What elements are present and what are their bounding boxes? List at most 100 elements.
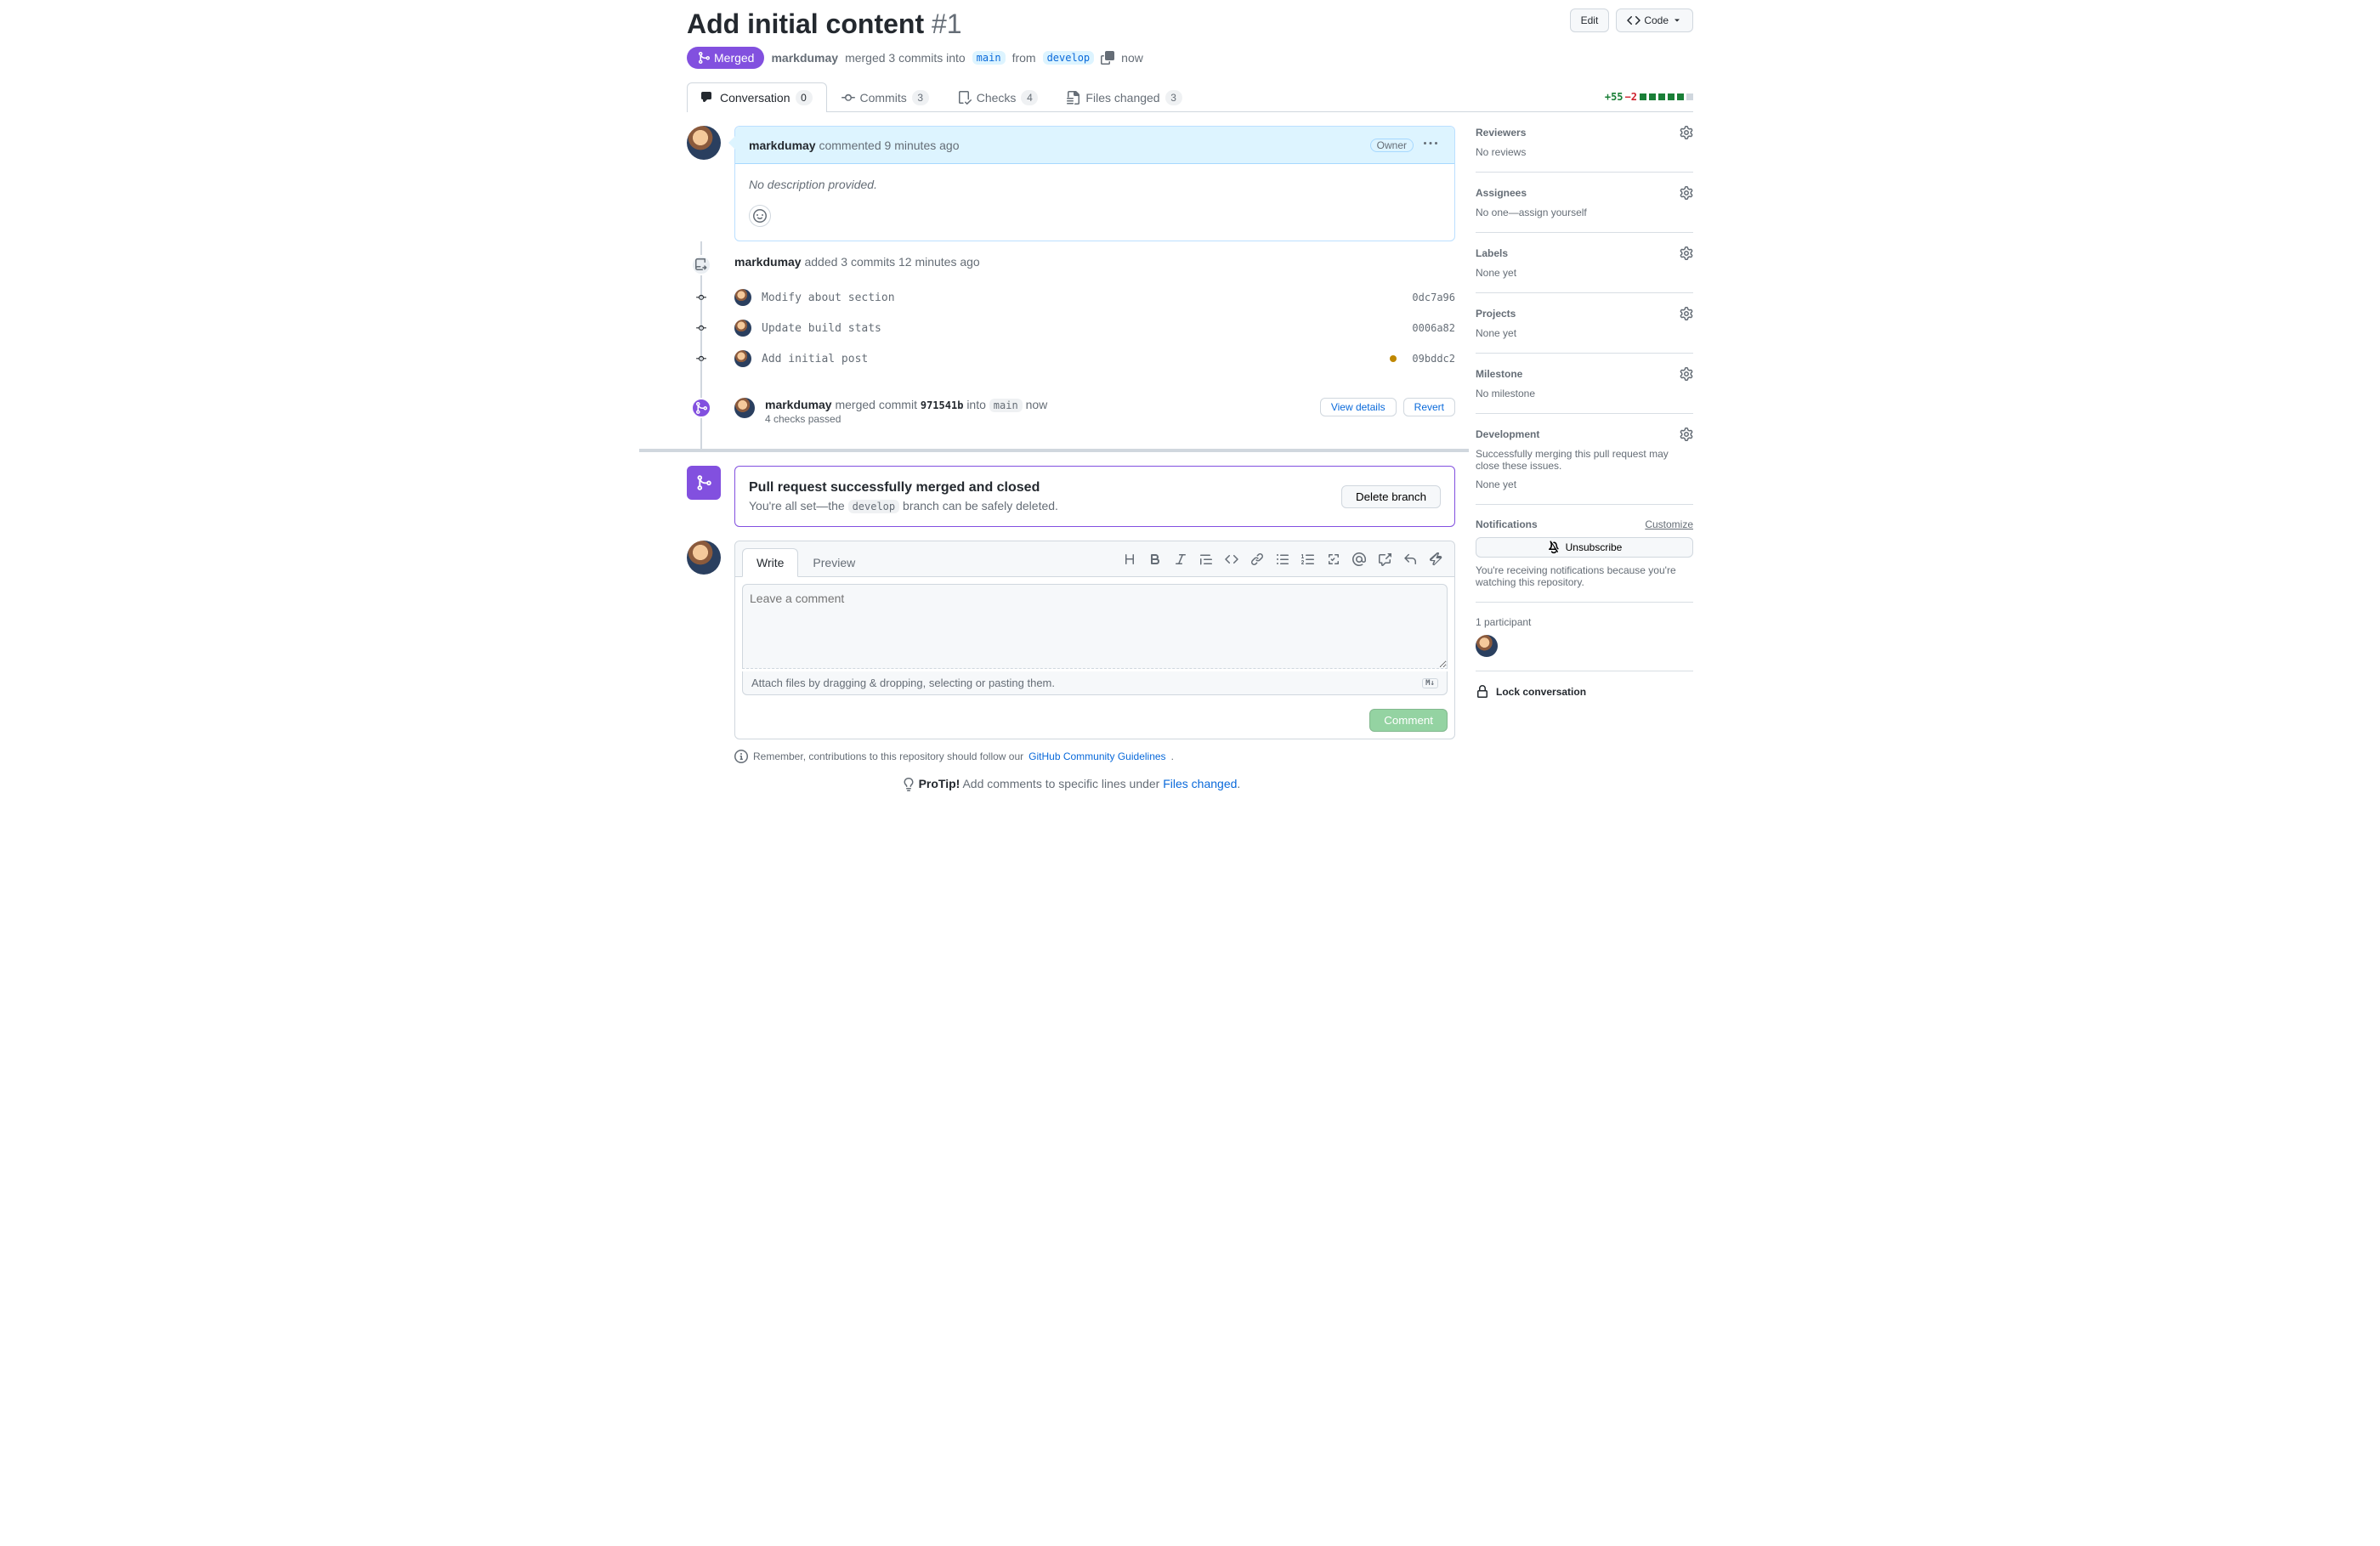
- mention-icon[interactable]: [1347, 549, 1371, 569]
- commit-message[interactable]: Update build stats: [762, 322, 1402, 335]
- reply-icon[interactable]: [1398, 549, 1422, 569]
- customize-link[interactable]: Customize: [1645, 518, 1693, 530]
- notifications-header: Notifications: [1476, 518, 1538, 530]
- page-title: Add initial content #1: [687, 8, 962, 40]
- avatar[interactable]: [734, 350, 751, 367]
- comment-button[interactable]: Comment: [1369, 709, 1448, 732]
- avatar[interactable]: [687, 126, 721, 160]
- tabs: Conversation0 Commits3 Checks4 Files cha…: [687, 82, 1693, 112]
- copy-icon[interactable]: [1101, 51, 1114, 65]
- comment-body: No description provided.: [749, 178, 1441, 191]
- commit-sha[interactable]: 0dc7a96: [1412, 292, 1455, 303]
- comment-time[interactable]: 9 minutes ago: [885, 139, 960, 152]
- owner-badge: Owner: [1370, 139, 1414, 152]
- info-icon: [734, 750, 748, 763]
- tab-write[interactable]: Write: [742, 548, 798, 577]
- lock-conversation[interactable]: Lock conversation: [1476, 671, 1693, 712]
- quote-icon[interactable]: [1194, 549, 1218, 569]
- file-diff-icon: [1067, 91, 1080, 105]
- attach-files[interactable]: Attach files by dragging & dropping, sel…: [742, 671, 1448, 695]
- milestone-header[interactable]: Milestone: [1476, 368, 1522, 380]
- participant-avatar[interactable]: [1476, 635, 1498, 657]
- diffstat: +55 −2: [1605, 91, 1693, 103]
- author-link[interactable]: markdumay: [771, 51, 838, 65]
- divider: [639, 449, 1469, 452]
- list-unordered-icon[interactable]: [1271, 549, 1295, 569]
- state-row: Merged markdumay merged 3 commits into m…: [687, 47, 1693, 69]
- checklist-icon: [958, 91, 972, 105]
- heading-icon[interactable]: [1118, 549, 1142, 569]
- cross-reference-icon[interactable]: [1373, 549, 1397, 569]
- tab-conversation[interactable]: Conversation0: [687, 82, 827, 112]
- avatar[interactable]: [687, 541, 721, 575]
- lock-icon: [1476, 685, 1489, 699]
- labels-header[interactable]: Labels: [1476, 247, 1508, 259]
- git-merge-icon: [697, 51, 711, 65]
- assign-yourself[interactable]: assign yourself: [1519, 207, 1587, 218]
- base-branch[interactable]: main: [972, 51, 1006, 65]
- head-branch[interactable]: develop: [1043, 51, 1095, 65]
- link-icon[interactable]: [1245, 549, 1269, 569]
- commit-sha[interactable]: 0006a82: [1412, 322, 1455, 334]
- guidelines-link[interactable]: GitHub Community Guidelines: [1028, 750, 1165, 762]
- git-merge-icon: [687, 466, 721, 500]
- comment-input[interactable]: [742, 584, 1448, 669]
- kebab-icon[interactable]: [1420, 133, 1441, 156]
- gear-icon[interactable]: [1680, 246, 1693, 260]
- unsubscribe-button[interactable]: Unsubscribe: [1476, 537, 1693, 558]
- list-ordered-icon[interactable]: [1296, 549, 1320, 569]
- tasklist-icon[interactable]: [1322, 549, 1346, 569]
- avatar[interactable]: [734, 320, 751, 337]
- status-dot-icon[interactable]: [1390, 355, 1397, 362]
- guideline: Remember, contributions to this reposito…: [734, 750, 1455, 763]
- git-commit-icon: [696, 322, 706, 334]
- revert-button[interactable]: Revert: [1403, 398, 1455, 416]
- delete-branch-button[interactable]: Delete branch: [1341, 485, 1441, 508]
- lightbulb-icon: [902, 778, 915, 791]
- commit-sha[interactable]: 09bddc2: [1412, 353, 1455, 365]
- commit-message[interactable]: Modify about section: [762, 292, 1402, 304]
- tab-checks[interactable]: Checks4: [944, 82, 1053, 112]
- git-commit-icon: [696, 353, 706, 365]
- edit-button[interactable]: Edit: [1570, 8, 1610, 32]
- development-header[interactable]: Development: [1476, 428, 1539, 440]
- files-changed-link[interactable]: Files changed: [1163, 777, 1237, 790]
- git-commit-icon: [842, 91, 855, 105]
- smiley-icon: [753, 209, 767, 223]
- gear-icon[interactable]: [1680, 367, 1693, 381]
- avatar[interactable]: [734, 289, 751, 306]
- avatar[interactable]: [734, 398, 755, 418]
- add-reaction-button[interactable]: [749, 205, 771, 227]
- gear-icon[interactable]: [1680, 428, 1693, 441]
- gear-icon[interactable]: [1680, 126, 1693, 139]
- merged-panel: Pull request successfully merged and clo…: [734, 466, 1455, 527]
- bold-icon[interactable]: [1143, 549, 1167, 569]
- code-icon[interactable]: [1220, 549, 1244, 569]
- reviewers-header[interactable]: Reviewers: [1476, 127, 1526, 139]
- git-commit-icon: [696, 292, 706, 303]
- commit-message[interactable]: Add initial post: [762, 353, 1380, 365]
- markdown-icon[interactable]: M↓: [1422, 678, 1438, 688]
- repo-push-icon: [691, 255, 711, 275]
- diff-icon[interactable]: [1424, 549, 1448, 569]
- commit-row: Modify about section 0dc7a96: [734, 282, 1455, 313]
- code-icon: [1627, 14, 1640, 27]
- tab-files-changed[interactable]: Files changed3: [1052, 82, 1196, 112]
- gear-icon[interactable]: [1680, 186, 1693, 200]
- comment-box: markdumay commented 9 minutes ago Owner …: [734, 126, 1455, 241]
- assignees-header[interactable]: Assignees: [1476, 187, 1527, 199]
- merged-badge: Merged: [687, 47, 764, 69]
- projects-header[interactable]: Projects: [1476, 308, 1516, 320]
- commit-row: Add initial post 09bddc2: [734, 343, 1455, 374]
- tab-commits[interactable]: Commits3: [827, 82, 944, 112]
- comment-discussion-icon: [701, 91, 715, 105]
- tab-preview[interactable]: Preview: [798, 548, 870, 577]
- comment-author[interactable]: markdumay: [749, 139, 816, 152]
- gear-icon[interactable]: [1680, 307, 1693, 320]
- view-details-button[interactable]: View details: [1320, 398, 1397, 416]
- code-button[interactable]: Code: [1616, 8, 1693, 32]
- commit-row: Update build stats 0006a82: [734, 313, 1455, 343]
- protip: ProTip! Add comments to specific lines u…: [687, 777, 1455, 791]
- italic-icon[interactable]: [1169, 549, 1193, 569]
- checks-passed[interactable]: 4 checks passed: [765, 413, 1310, 425]
